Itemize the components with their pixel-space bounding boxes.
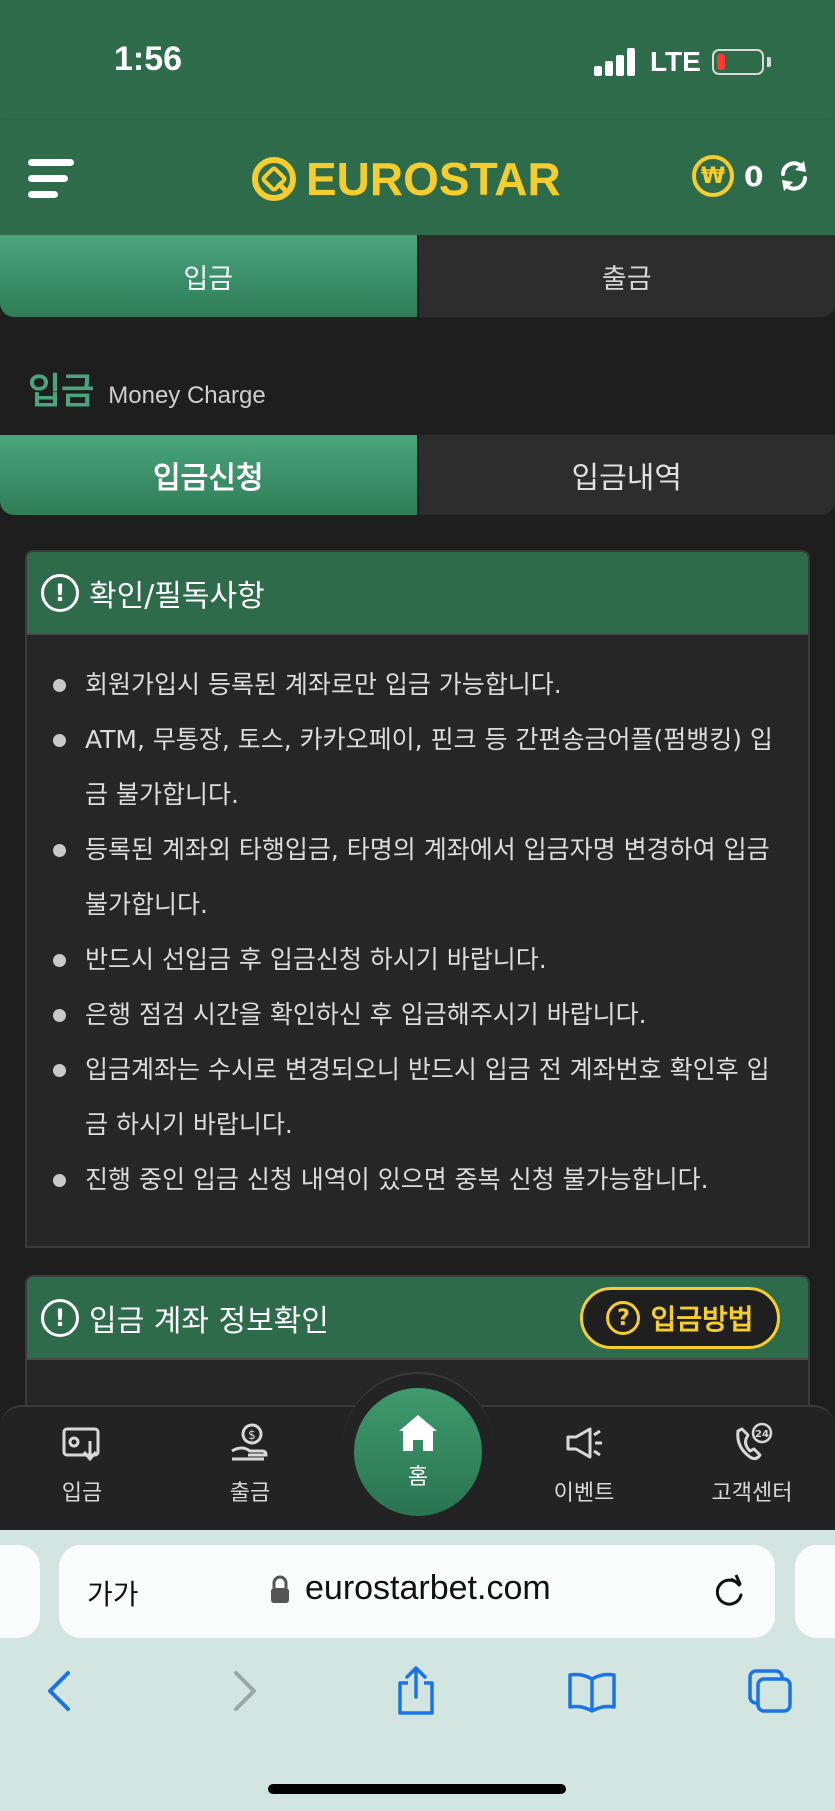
logo-mark-icon [252,157,296,201]
back-icon[interactable] [36,1665,88,1717]
nav-deposit-label: 입금 [61,1481,103,1506]
status-bar: 1:56 LTE [0,0,835,120]
status-time: 1:56 [114,40,183,78]
nav-deposit[interactable]: 입금 [22,1421,142,1521]
notice-item: 입금계좌는 수시로 변경되오니 반드시 입금 전 계좌번호 확인후 입금 하시기… [49,1042,784,1152]
coin-hand-icon: $ [231,1423,268,1461]
sub-tabs: 입금신청 입금내역 [0,435,835,515]
notice-item: 회원가입시 등록된 계좌로만 입금 가능합니다. [49,657,784,712]
refresh-icon[interactable] [775,157,813,195]
balance-value: 0 [744,159,764,193]
notice-item: 반드시 선입금 후 입금신청 하시기 바랍니다. [49,932,784,987]
previous-tab-card[interactable] [0,1545,40,1638]
home-icon [399,1415,437,1451]
tab-withdraw[interactable]: 출금 [416,235,835,317]
alert-icon: ! [41,1298,79,1337]
notice-item: 은행 점검 시간을 확인하신 후 입금해주시기 바랍니다. [49,987,784,1042]
bookmarks-icon[interactable] [566,1665,618,1717]
nav-support[interactable]: 24 고객센터 [692,1421,812,1521]
nav-events[interactable]: 이벤트 [524,1421,644,1521]
lock-icon [271,1575,289,1603]
nav-support-label: 고객센터 [711,1481,793,1506]
page-title-en: Money Charge [108,382,266,409]
alert-icon: ! [41,573,79,612]
notice-list: 회원가입시 등록된 계좌로만 입금 가능합니다. ATM, 무통장, 토스, 카… [27,635,808,1207]
balance-display: ₩ 0 [692,155,813,197]
signal-icon [594,48,636,76]
address-bar[interactable]: 가가 eurostarbet.com [59,1545,775,1638]
network-label: LTE [650,46,701,77]
battery-icon [712,49,764,75]
won-coin-icon: ₩ [692,155,734,197]
notice-item: 등록된 계좌외 타행입금, 타명의 계좌에서 입금자명 변경하여 입금 불가합니… [49,822,784,932]
account-info-header: ! 입금 계좌 정보확인 ? 입금방법 [27,1277,808,1360]
tab-deposit-request[interactable]: 입금신청 [0,435,417,515]
main-tabs: 입금 출금 [0,235,835,317]
reload-icon[interactable] [709,1571,749,1611]
notice-item: ATM, 무통장, 토스, 카카오페이, 핀크 등 간편송금어플(펌뱅킹) 입금… [49,712,784,822]
page-title: 입금 Money Charge [28,362,266,414]
nav-home-label: 홈 [407,1465,429,1490]
menu-icon[interactable] [28,155,76,203]
battery-nub [767,57,771,67]
svg-text:24: 24 [755,1429,769,1440]
nav-events-label: 이벤트 [553,1481,615,1506]
logo-text-star: STAR [438,153,561,205]
deposit-method-button[interactable]: ? 입금방법 [580,1287,780,1349]
tab-deposit[interactable]: 입금 [0,235,417,317]
deposit-method-label: 입금방법 [650,1303,754,1336]
nav-withdraw[interactable]: $ 출금 [190,1421,310,1521]
nav-home[interactable]: 홈 [354,1388,482,1516]
site-logo[interactable]: EUROSTAR [250,150,561,208]
notice-title: 확인/필독사항 [89,578,265,614]
megaphone-icon [566,1427,602,1459]
forward-icon[interactable] [216,1665,268,1717]
browser-chrome: 가가 eurostarbet.com [0,1530,835,1811]
next-tab-card[interactable] [795,1545,835,1638]
support-24-icon: 24 [736,1422,773,1461]
account-info-title: 입금 계좌 정보확인 [89,1303,329,1339]
notice-item: 진행 중인 입금 신청 내역이 있으면 중복 신청 불가능합니다. [49,1152,784,1207]
nav-withdraw-label: 출금 [229,1481,271,1506]
site-header: EUROSTAR ₩ 0 [0,120,835,235]
notice-panel: ! 확인/필독사항 회원가입시 등록된 계좌로만 입금 가능합니다. ATM, … [25,550,810,1248]
notice-header: ! 확인/필독사항 [27,552,808,635]
svg-text:$: $ [248,1428,256,1442]
wallet-in-icon [62,1427,100,1462]
text-size-button[interactable]: 가가 [87,1573,139,1613]
question-icon: ? [606,1301,641,1335]
home-indicator [268,1784,566,1794]
url-text: eurostarbet.com [305,1569,551,1607]
tab-deposit-history[interactable]: 입금내역 [416,435,835,515]
tabs-icon[interactable] [744,1665,796,1717]
logo-text-euro: EURO [306,153,439,205]
share-icon[interactable] [390,1665,442,1717]
page-title-ko: 입금 [28,371,95,412]
